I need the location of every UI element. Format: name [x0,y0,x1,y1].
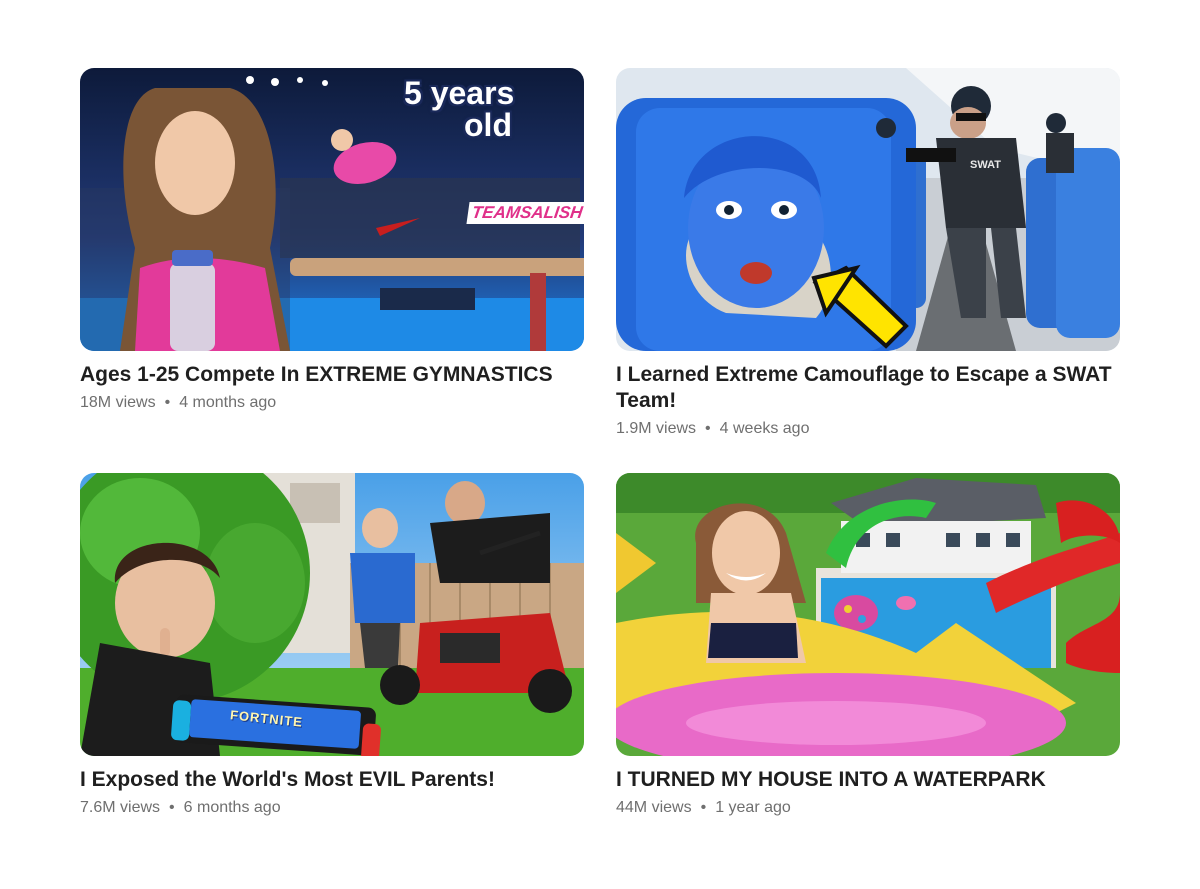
video-title[interactable]: I Exposed the World's Most EVIL Parents! [80,767,584,793]
video-card[interactable]: FORTNITE I Exposed the World's Most EVIL… [80,473,584,819]
separator-dot: • [700,799,707,816]
video-meta: 18M views • 4 months ago [80,392,584,414]
swat-camouflage-thumbnail-art: SWAT [616,68,1120,351]
video-card[interactable]: 5 years old TEAMSALISH Ages 1-25 Compete… [80,68,584,414]
upload-age: 1 year ago [715,799,791,816]
video-thumbnail-evil-parents[interactable]: FORTNITE [80,473,584,756]
view-count: 18M views [80,394,156,411]
video-thumbnail-swat[interactable]: SWAT [616,68,1120,351]
banner-text-b: SALISH [518,203,584,222]
video-title[interactable]: I Learned Extreme Camouflage to Escape a… [616,362,1120,414]
video-thumbnail-gymnastics[interactable]: 5 years old TEAMSALISH [80,68,584,351]
overlay-text-age: 5 years [404,75,515,111]
video-meta: 7.6M views • 6 months ago [80,797,584,819]
overlay-text-old: old [464,107,512,143]
evil-parents-thumbnail-art [80,473,584,756]
video-title[interactable]: Ages 1-25 Compete In EXTREME GYMNASTICS [80,362,584,388]
video-meta: 1.9M views • 4 weeks ago [616,418,1120,440]
view-count: 7.6M views [80,799,161,816]
video-card[interactable]: I TURNED MY HOUSE INTO A WATERPARK 44M v… [616,473,1120,819]
waterpark-thumbnail-art [616,473,1120,756]
upload-age: 6 months ago [183,799,281,816]
view-count: 1.9M views [616,420,697,437]
view-count: 44M views [616,799,692,816]
upload-age: 4 weeks ago [719,420,810,437]
video-thumbnail-waterpark[interactable] [616,473,1120,756]
video-card[interactable]: SWAT I Learned Extreme Camouflage to Esc… [616,68,1120,440]
upload-age: 4 months ago [179,394,277,411]
video-meta: 44M views • 1 year ago [616,797,1120,819]
vest-label: SWAT [970,159,1001,171]
separator-dot: • [169,799,175,816]
team-salish-banner: TEAMSALISH [466,202,584,224]
banner-text-a: TEAM [470,203,522,222]
separator-dot: • [164,394,171,411]
video-title[interactable]: I TURNED MY HOUSE INTO A WATERPARK [616,767,1120,793]
separator-dot: • [705,420,711,437]
